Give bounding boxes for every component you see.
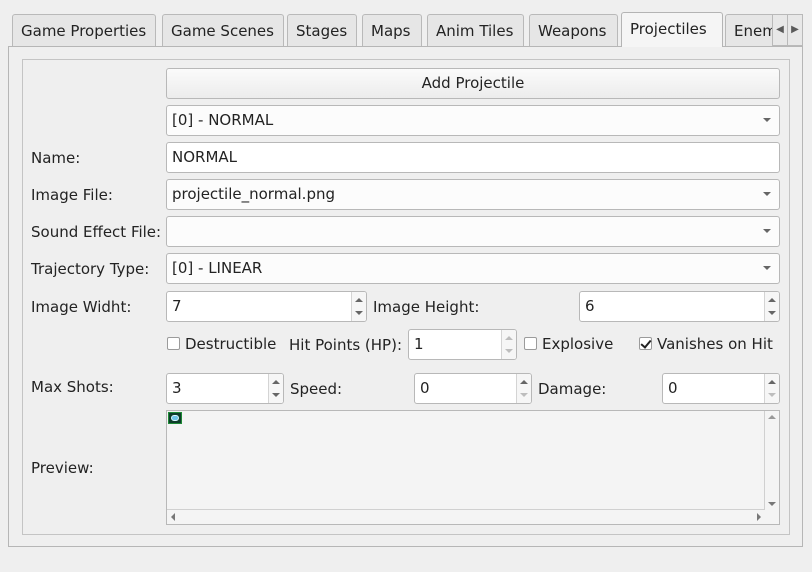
max-shots-value: 3 [172,379,182,397]
destructible-label: Destructible [185,335,277,353]
image-width-value: 7 [172,297,182,315]
chevron-down-icon [763,192,771,196]
spin-buttons[interactable] [764,292,779,321]
projectile-select[interactable]: [0] - NORMAL [166,105,780,136]
trajectory-type-label: Trajectory Type: [31,260,150,278]
spin-up-icon [505,336,513,340]
spin-down-icon [272,393,280,397]
name-field-value: NORMAL [172,148,238,166]
speed-spinbox[interactable]: 0 [414,373,532,404]
speed-label: Speed: [290,380,343,398]
tab-scroll-left-button[interactable]: ◀ [772,14,788,46]
projectile-select-value: [0] - NORMAL [172,111,274,129]
tab-label: Game Scenes [171,22,274,40]
chevron-right-icon: ▶ [791,24,799,35]
image-height-spinbox[interactable]: 6 [579,291,780,322]
hp-spinbox[interactable]: 1 [408,329,517,360]
hp-value: 1 [414,335,424,353]
tab-label: Anim Tiles [436,22,514,40]
tab-projectiles[interactable]: Projectiles [621,12,723,47]
tab-weapons[interactable]: Weapons [529,14,618,46]
spin-up-icon [355,298,363,302]
scroll-left-icon[interactable] [171,513,175,521]
tab-enemies[interactable]: Enemies [725,14,777,46]
spin-up-icon [768,298,776,302]
vanishes-on-hit-label: Vanishes on Hit [657,335,773,353]
image-width-label: Image Widht: [31,298,132,316]
spin-down-icon [520,393,528,397]
tab-label: Maps [371,22,411,40]
sound-effect-select[interactable] [166,216,780,247]
image-width-spinbox[interactable]: 7 [166,291,367,322]
tab-maps[interactable]: Maps [362,14,422,46]
image-file-select[interactable]: projectile_normal.png [166,179,780,210]
sound-effect-label: Sound Effect File: [31,223,162,241]
spin-down-icon [768,393,776,397]
name-field[interactable]: NORMAL [166,142,780,173]
spin-down-icon [505,349,513,353]
hp-label: Hit Points (HP): [289,336,403,354]
tab-label: Projectiles [630,20,707,38]
chevron-down-icon [763,118,771,122]
chevron-down-icon [763,266,771,270]
add-projectile-button[interactable]: Add Projectile [166,68,780,99]
tab-stages[interactable]: Stages [287,14,357,46]
preview-horizontal-scrollbar[interactable] [167,509,765,524]
tab-label: Enemies [734,22,777,40]
image-file-label: Image File: [31,186,113,204]
tab-game-scenes[interactable]: Game Scenes [162,14,284,46]
tab-anim-tiles[interactable]: Anim Tiles [427,14,524,46]
tab-label: Stages [296,22,348,40]
max-shots-label: Max Shots: [31,378,114,396]
chevron-down-icon [763,229,771,233]
vanishes-on-hit-checkbox[interactable] [639,337,652,350]
tab-game-properties[interactable]: Game Properties [12,14,156,46]
spin-buttons[interactable] [351,292,366,321]
tab-label: Game Properties [21,22,147,40]
preview-label: Preview: [31,459,94,477]
speed-value: 0 [420,379,430,397]
spin-buttons[interactable] [764,374,779,403]
tab-label: Weapons [538,22,607,40]
trajectory-type-select[interactable]: [0] - LINEAR [166,253,780,284]
spin-up-icon [768,380,776,384]
preview-area[interactable] [166,410,780,525]
max-shots-spinbox[interactable]: 3 [166,373,284,404]
name-label: Name: [31,149,81,167]
spin-up-icon [520,380,528,384]
checkmark-icon [640,337,652,349]
projectile-sprite-core [171,415,179,421]
scroll-down-icon[interactable] [768,502,776,506]
image-height-label: Image Height: [373,298,480,316]
spin-down-icon [768,311,776,315]
tab-scroll-right-button[interactable]: ▶ [787,14,803,46]
chevron-left-icon: ◀ [776,24,784,35]
scroll-right-icon[interactable] [757,513,761,521]
destructible-checkbox[interactable] [167,337,180,350]
image-file-value: projectile_normal.png [172,185,336,203]
spin-up-icon [272,380,280,384]
damage-value: 0 [668,379,678,397]
projectile-sprite [168,412,182,424]
explosive-label: Explosive [542,335,614,353]
image-height-value: 6 [585,297,595,315]
explosive-checkbox[interactable] [524,337,537,350]
damage-spinbox[interactable]: 0 [662,373,780,404]
spin-buttons[interactable] [501,330,516,359]
spin-buttons[interactable] [516,374,531,403]
spin-buttons[interactable] [268,374,283,403]
trajectory-type-value: [0] - LINEAR [172,259,263,277]
spin-down-icon [355,311,363,315]
damage-label: Damage: [538,380,607,398]
scroll-up-icon[interactable] [768,415,776,419]
preview-vertical-scrollbar[interactable] [764,411,779,510]
